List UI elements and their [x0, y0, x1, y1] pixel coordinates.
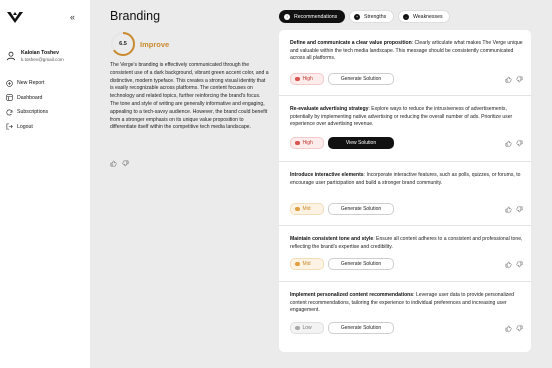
priority-dot-icon — [295, 76, 300, 82]
score-label: Improve — [140, 39, 170, 49]
recommendation-actions: Mid Generate Solution — [290, 258, 394, 270]
recommendation-feedback — [505, 206, 523, 213]
recommendation-text: Implement personalized content recommend… — [290, 292, 524, 315]
priority-badge: High — [290, 137, 324, 149]
recommendation-feedback — [505, 76, 523, 83]
collapse-sidebar-icon[interactable]: « — [70, 12, 75, 22]
brand-logo-icon[interactable] — [6, 10, 24, 24]
branding-description: The Verge's branding is effectively comm… — [110, 62, 269, 131]
thumbs-up-icon[interactable] — [505, 325, 512, 332]
recommendation-text: Define and communicate a clear value pro… — [290, 40, 524, 63]
thumbs-down-icon[interactable] — [516, 140, 523, 147]
recommendation-title: Introduce interactive elements — [290, 172, 364, 178]
thumbs-down-icon[interactable] — [516, 325, 523, 332]
recommendation-title: Maintain consistent tone and style — [290, 236, 374, 242]
nav-item-label: Dashboard — [17, 94, 43, 101]
plus-circle-icon — [6, 80, 13, 87]
thumbs-up-icon[interactable] — [505, 140, 512, 147]
thumbs-down-icon[interactable] — [122, 160, 129, 167]
generate-solution-button[interactable]: Generate Solution — [328, 203, 394, 215]
nav-item-subscriptions[interactable]: Subscriptions — [6, 105, 48, 120]
tab-recommendations[interactable]: ! Recommendations — [279, 10, 345, 23]
thumbs-down-icon[interactable] — [516, 261, 523, 268]
recommendation-actions: Mid Generate Solution — [290, 203, 394, 215]
priority-badge: High — [290, 73, 324, 85]
recommendation-actions: Low Generate Solution — [290, 322, 394, 334]
priority-label: High — [302, 140, 313, 146]
user-name: Kaloian Toshev — [21, 50, 59, 56]
priority-label: High — [302, 76, 313, 82]
priority-label: Low — [302, 325, 312, 331]
recommendation-actions: High Generate Solution — [290, 73, 394, 85]
nav-item-dashboard[interactable]: Dashboard — [6, 91, 48, 106]
thumbs-down-icon[interactable] — [516, 76, 523, 83]
recommendation-feedback — [505, 140, 523, 147]
tab-strengths[interactable]: + Strengths — [349, 10, 394, 23]
priority-badge: Low — [290, 322, 324, 334]
user-profile[interactable]: Kaloian Toshev k.toshev@gmail.com — [6, 50, 64, 62]
score-ring: 6.5 — [110, 31, 136, 57]
nav-item-logout[interactable]: Logout — [6, 120, 48, 135]
generate-solution-button[interactable]: Generate Solution — [328, 258, 394, 270]
tab-label: Strengths — [364, 13, 387, 20]
nav-item-label: Subscriptions — [17, 109, 49, 116]
recommendation-feedback — [505, 261, 523, 268]
generate-solution-button[interactable]: Generate Solution — [328, 322, 394, 334]
user-avatar-icon — [6, 51, 16, 61]
recommendation-title: Implement personalized content recommend… — [290, 292, 414, 298]
thumbs-down-icon[interactable] — [516, 206, 523, 213]
generate-solution-button[interactable]: Generate Solution — [328, 73, 394, 85]
nav-item-label: Logout — [17, 123, 33, 130]
recommendation-text: Maintain consistent tone and style: Ensu… — [290, 236, 524, 251]
alert-icon: ! — [284, 13, 290, 20]
sidebar-nav: New Report Dashboard Subscriptions Logou… — [6, 76, 48, 134]
recommendation-text: Re-evaluate advertising strategy: Explor… — [290, 106, 524, 129]
score-indicator: 6.5 Improve — [110, 31, 169, 57]
priority-dot-icon — [295, 261, 300, 267]
priority-dot-icon — [295, 206, 300, 212]
recommendation-card: Implement personalized content recommend… — [279, 282, 531, 352]
dashboard-icon — [6, 94, 13, 101]
nav-item-label: New Report — [17, 80, 45, 87]
priority-dot-icon — [295, 140, 300, 146]
minus-icon: - — [403, 13, 409, 20]
description-feedback — [110, 160, 129, 167]
recommendation-card: Define and communicate a clear value pro… — [279, 30, 531, 96]
sidebar: « Kaloian Toshev k.toshev@gmail.com New … — [0, 0, 90, 368]
recommendation-title: Define and communicate a clear value pro… — [290, 40, 412, 46]
recommendation-feedback — [505, 325, 523, 332]
nav-item-new-report[interactable]: New Report — [6, 76, 48, 91]
tab-label: Weaknesses — [413, 13, 443, 20]
priority-badge: Mid — [290, 258, 324, 270]
priority-dot-icon — [295, 325, 300, 331]
thumbs-up-icon[interactable] — [505, 261, 512, 268]
thumbs-up-icon[interactable] — [110, 160, 117, 167]
recommendation-text: Introduce interactive elements: Incorpor… — [290, 172, 524, 187]
page-title: Branding — [110, 9, 161, 23]
plus-icon: + — [354, 13, 360, 20]
priority-badge: Mid — [290, 203, 324, 215]
refresh-icon — [6, 109, 13, 116]
tab-label: Recommendations — [294, 13, 338, 20]
tab-weaknesses[interactable]: - Weaknesses — [398, 10, 450, 23]
user-email: k.toshev@gmail.com — [21, 57, 64, 62]
priority-label: Mid — [302, 206, 311, 212]
thumbs-up-icon[interactable] — [505, 206, 512, 213]
view-solution-button[interactable]: View Solution — [328, 137, 394, 149]
recommendation-actions: High View Solution — [290, 137, 394, 149]
score-value: 6.5 — [119, 41, 127, 47]
recommendation-card: Re-evaluate advertising strategy: Explor… — [279, 96, 531, 162]
recommendation-card: Introduce interactive elements: Incorpor… — [279, 162, 531, 226]
section-tabs: ! Recommendations + Strengths - Weakness… — [279, 10, 450, 23]
thumbs-up-icon[interactable] — [505, 76, 512, 83]
recommendation-card: Maintain consistent tone and style: Ensu… — [279, 226, 531, 282]
logout-icon — [6, 123, 13, 130]
recommendation-title: Re-evaluate advertising strategy — [290, 106, 369, 112]
priority-label: Mid — [302, 261, 311, 267]
recommendations-panel: Define and communicate a clear value pro… — [279, 30, 531, 352]
